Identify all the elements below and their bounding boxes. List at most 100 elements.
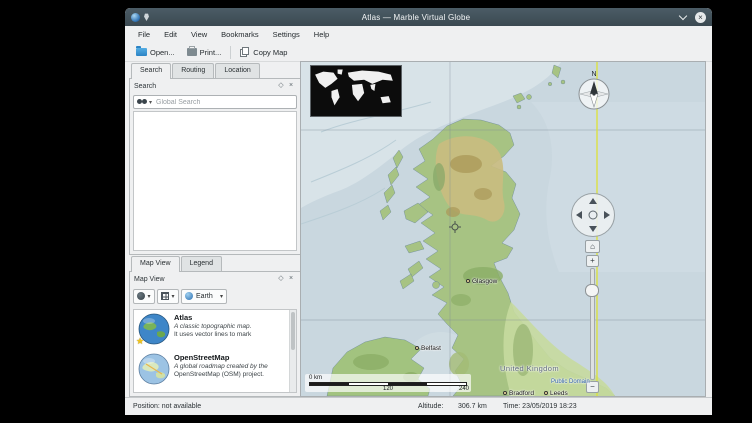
search-panel-header: Search ◇ × [130,79,300,93]
theme-thumbnail: ★ [138,313,170,345]
theme-description-line1: A classic topographic map. [174,323,251,331]
close-panel-button[interactable]: × [286,81,296,91]
statusbar: Position: not available Altitude: 306.7 … [125,397,712,415]
isle-arran [433,282,440,289]
toolbar-separator [230,46,231,59]
status-altitude-label: Altitude: [418,403,443,410]
shade-button[interactable] [678,12,688,22]
marble-app-icon [131,13,140,22]
zoom-slider-handle[interactable] [585,284,599,297]
menubar: File Edit View Bookmarks Settings Help [125,26,712,43]
menu-item-bookmarks[interactable]: Bookmarks [214,28,266,41]
search-box[interactable]: ▾ [133,95,297,109]
tab-legend[interactable]: Legend [181,256,222,271]
search-row: ▾ [130,93,300,111]
tab-map-view[interactable]: Map View [131,256,180,271]
theme-item-openstreetmap[interactable]: OpenStreetMap A global roadmap created b… [134,350,296,390]
status-altitude-value: 306.7 km [458,403,487,410]
map-viewport[interactable]: N [301,62,705,396]
celestial-body-value: Earth [196,293,213,300]
print-button[interactable]: Print... [181,46,228,59]
menu-item-edit[interactable]: Edit [157,28,184,41]
scrollbar-thumb[interactable] [291,312,295,350]
globe-thumbnail-icon [138,353,170,385]
scale-origin-label: 0 km [309,375,322,381]
scale-tick-240: 240 [459,386,469,392]
tab-location[interactable]: Location [215,63,259,78]
titlebar[interactable]: Atlas — Marble Virtual Globe × [125,8,712,26]
earth-icon [185,292,193,300]
map-theme-list: ★ Atlas A classic topographic map. It us… [133,309,297,393]
search-options-caret-icon[interactable]: ▾ [149,99,152,106]
globe-art [139,354,169,384]
close-button[interactable]: × [695,12,706,23]
close-panel-button[interactable]: × [286,274,296,284]
city-label-glasgow: Glasgow [466,278,497,285]
open-button[interactable]: Open... [130,46,181,59]
theme-name: OpenStreetMap [174,353,268,363]
tab-search[interactable]: Search [131,63,171,78]
pan-left-button[interactable] [576,211,582,219]
copy-map-button-label: Copy Map [253,48,287,57]
theme-item-atlas[interactable]: ★ Atlas A classic topographic map. It us… [134,310,296,350]
search-input[interactable] [154,98,293,107]
grid-icon [161,292,169,300]
menu-item-help[interactable]: Help [307,28,336,41]
print-button-label: Print... [200,48,222,57]
menu-item-file[interactable]: File [131,28,157,41]
copy-map-button[interactable]: Copy Map [234,45,293,59]
city-label-bradford: Bradford [503,390,534,396]
search-icon [137,99,147,105]
favorite-star-icon: ★ [136,336,144,347]
pan-right-button[interactable] [604,211,610,219]
celestial-body-select[interactable]: Earth ▾ [181,289,227,304]
tab-routing[interactable]: Routing [172,63,214,78]
crosshair-art [449,221,461,233]
map-view-panel-title: Map View [134,276,165,283]
country-label-united-kingdom: United Kingdom [500,364,559,373]
map-view-panel: Map View ◇ × ▾ ▾ [129,271,301,397]
license-label[interactable]: Public Domain [551,379,590,385]
view-mode-button[interactable]: ▾ [157,289,179,304]
search-panel-title: Search [134,83,156,90]
zoom-in-button[interactable]: + [586,255,599,267]
sidebar: Search Routing Location Search ◇ × ▾ [129,62,301,397]
theme-description-line2: OpenStreetMap (OSM) project. [174,371,268,379]
status-time: Time: 23/05/2019 18:23 [503,403,577,410]
menu-item-view[interactable]: View [184,28,214,41]
search-panel: Search ◇ × ▾ [129,78,301,255]
home-button[interactable]: ⌂ [585,240,600,253]
theme-list-scrollbar[interactable] [289,310,296,392]
folder-icon [136,48,147,56]
open-button-label: Open... [150,48,175,57]
projection-button[interactable]: ▾ [133,289,155,304]
menu-item-settings[interactable]: Settings [266,28,307,41]
navigation-pad[interactable] [571,193,615,237]
theme-name: Atlas [174,313,251,323]
scale-bar: 0 km 120 240 [305,374,471,392]
theme-description-line1: A global roadmap created by the [174,363,268,371]
theme-text: OpenStreetMap A global roadmap created b… [174,353,268,387]
copy-icon [240,47,250,57]
pan-down-button[interactable] [589,226,597,232]
city-label-leeds: Leeds [544,390,568,396]
overview-world-map[interactable] [310,65,402,117]
desktop-background: Atlas — Marble Virtual Globe × File Edit… [0,0,752,423]
compass-widget[interactable]: N [571,66,617,114]
pan-up-button[interactable] [589,198,597,204]
theme-thumbnail [138,353,170,385]
status-position: Position: not available [133,403,201,410]
theme-description-line2: It uses vector lines to mark [174,331,251,339]
city-dot-icon [415,346,419,350]
search-tabbar: Search Routing Location [129,62,301,78]
float-panel-button[interactable]: ◇ [276,274,286,284]
pin-icon [143,13,150,21]
window-title: Atlas — Marble Virtual Globe [154,13,678,22]
float-panel-button[interactable]: ◇ [276,81,286,91]
search-results-list[interactable] [133,111,297,251]
city-dot-icon [544,391,548,395]
toolbar: Open... Print... Copy Map [125,43,712,62]
recenter-icon[interactable] [589,211,598,220]
city-dot-icon [466,279,470,283]
map-view-panel-header: Map View ◇ × [130,272,300,286]
